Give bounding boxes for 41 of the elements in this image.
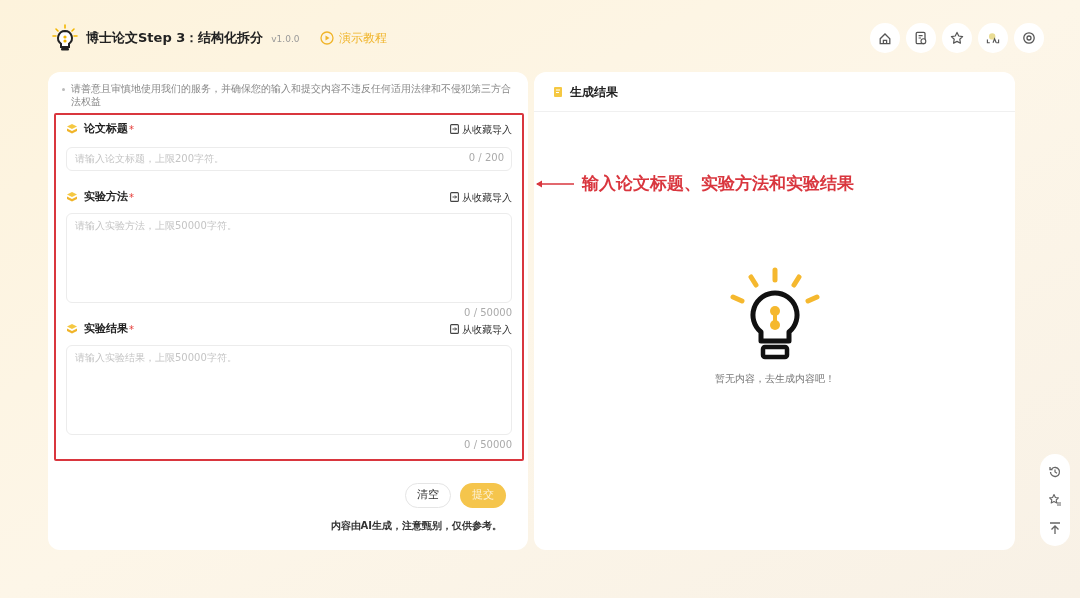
- clear-button[interactable]: 清空: [405, 483, 451, 508]
- settings-icon: [1021, 30, 1037, 46]
- back-to-top-icon[interactable]: [1048, 521, 1062, 535]
- field-label: 论文标题: [84, 120, 128, 137]
- lightbulb-logo-icon: [52, 24, 78, 52]
- import-icon: [450, 324, 459, 334]
- required-asterisk: *: [129, 322, 134, 337]
- empty-state-message: 暂无内容，去生成内容吧！: [714, 372, 835, 386]
- import-from-favorites-link[interactable]: 从收藏导入: [450, 189, 512, 205]
- import-icon: [450, 192, 459, 202]
- import-from-favorites-link[interactable]: 从收藏导入: [450, 321, 512, 337]
- document-button[interactable]: [906, 23, 936, 53]
- field-label: 实验方法: [84, 188, 128, 205]
- play-circle-icon: [319, 31, 334, 45]
- character-counter: 0 / 200: [468, 151, 504, 165]
- home-button[interactable]: [870, 23, 900, 53]
- stack-icon: [66, 123, 78, 135]
- import-from-favorites-link[interactable]: 从收藏导入: [450, 121, 512, 137]
- stack-icon: [66, 191, 78, 203]
- ai-disclaimer: 内容由AI生成，注意甄别，仅供参考。: [330, 519, 502, 533]
- annotation-arrow: [536, 179, 574, 188]
- required-asterisk: *: [129, 122, 134, 137]
- field-label: 实验结果: [84, 320, 128, 337]
- document-icon: [913, 30, 929, 46]
- history-icon[interactable]: [1048, 465, 1062, 479]
- version-label: v1.0.0: [271, 32, 300, 46]
- star-list-icon[interactable]: [1048, 493, 1062, 507]
- result-title: 生成结果: [570, 83, 618, 101]
- app-title: 博士论文Step 3：结构化拆分: [86, 29, 264, 48]
- usage-notice: 请善意且审慎地使用我们的服务，并确保您的输入和提交内容不违反任何适用法律和不侵犯第三方合法权益: [71, 82, 512, 108]
- character-counter: 0 / 50000: [464, 306, 512, 319]
- scroll-icon: [552, 85, 564, 98]
- stack-icon: [66, 323, 78, 335]
- settings-button[interactable]: [1014, 23, 1044, 53]
- import-icon: [450, 124, 459, 134]
- required-asterisk: *: [129, 190, 134, 205]
- character-counter: 0 / 50000: [464, 438, 512, 451]
- star-icon: [949, 30, 965, 46]
- scan-text-icon: [985, 30, 1001, 46]
- annotation-label: 输入论文标题、实验方法和实验结果: [582, 172, 854, 195]
- star-button[interactable]: [942, 23, 972, 53]
